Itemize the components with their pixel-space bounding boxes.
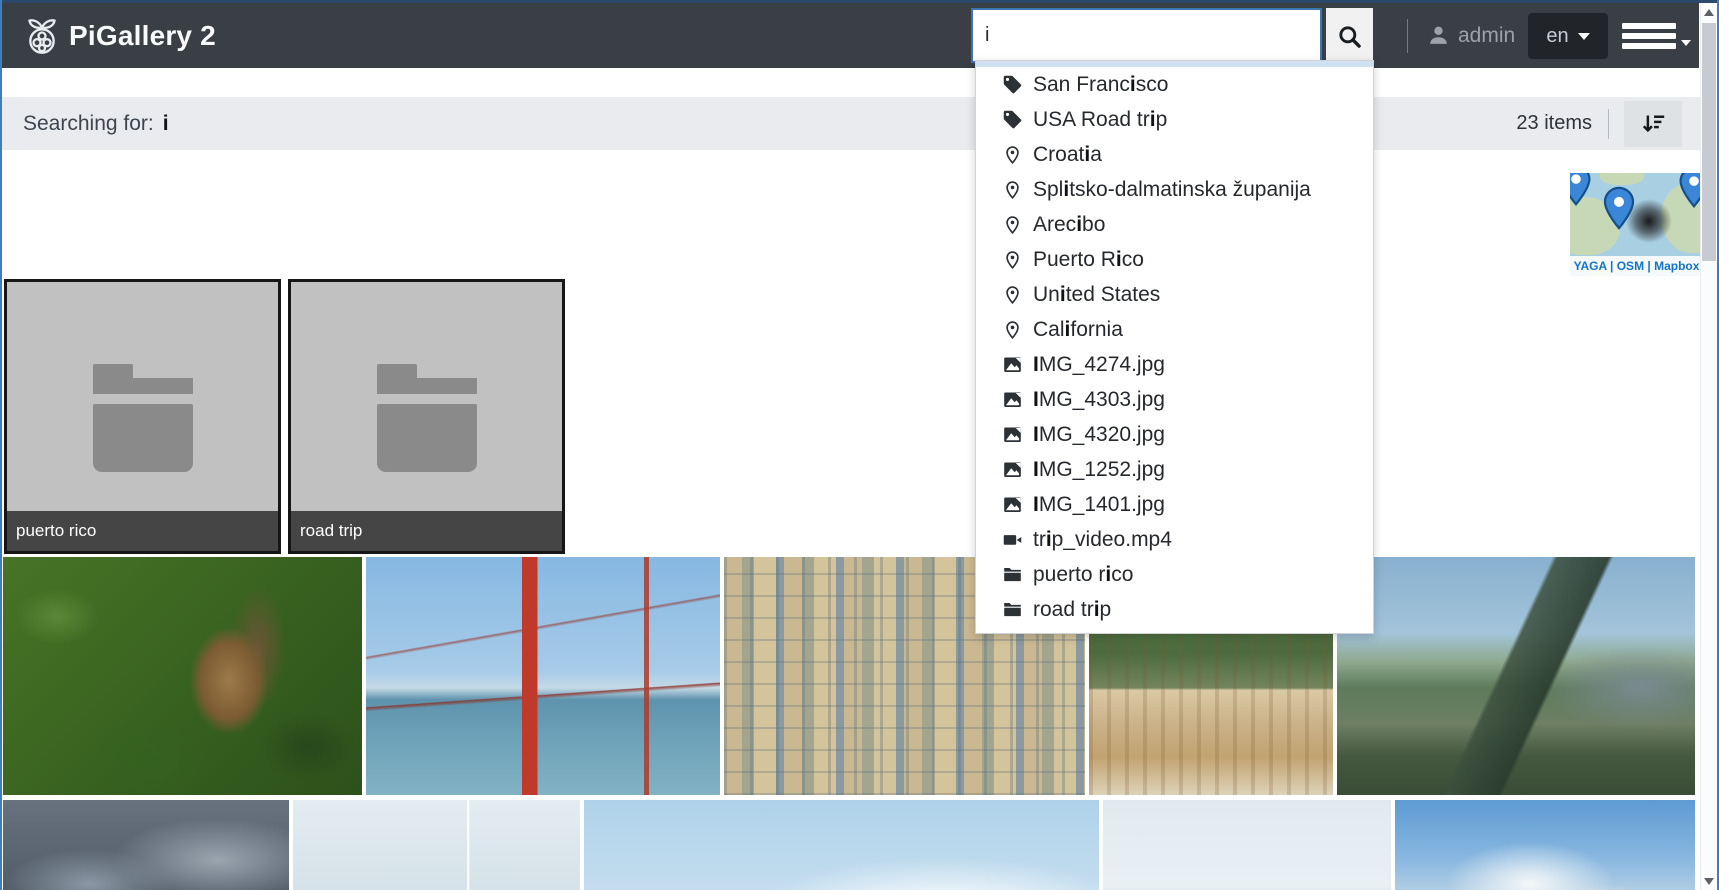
search-button[interactable] <box>1326 8 1373 64</box>
map-landmass <box>1600 173 1644 185</box>
language-selector[interactable]: en <box>1528 13 1608 59</box>
photo-thumbnail-teal-building[interactable] <box>293 800 580 890</box>
map-attribution: YAGA | OSM | Mapbox <box>1570 256 1703 276</box>
search-status-bar: Searching for:i 23 items <box>2 97 1700 150</box>
tag-icon <box>1002 109 1023 130</box>
search-input[interactable] <box>971 8 1322 63</box>
suggestion-item[interactable]: Puerto Rico <box>976 242 1373 277</box>
image-icon <box>1002 389 1023 410</box>
main-menu-button[interactable] <box>1622 3 1691 68</box>
suggestion-item[interactable]: San Francisco <box>976 67 1373 102</box>
suggestion-item[interactable]: IMG_4274.jpg <box>976 347 1373 382</box>
items-count: 23 items <box>1516 97 1592 150</box>
language-value: en <box>1546 25 1568 48</box>
photo-thumbnail-mountains[interactable] <box>1337 557 1695 795</box>
folder-icon <box>1002 564 1023 585</box>
search-query: i <box>163 112 169 135</box>
photo-thumbnail-waterfront[interactable] <box>1103 800 1391 890</box>
photo-thumbnail-city-clouds[interactable] <box>1395 800 1695 890</box>
location-icon <box>1002 319 1023 340</box>
user-icon <box>1426 23 1451 48</box>
suggestion-item[interactable]: road trip <box>976 592 1373 627</box>
folder-icon <box>93 364 193 474</box>
suggestion-item[interactable]: Splitsko-dalmatinska županija <box>976 172 1373 207</box>
scrollbar-thumb[interactable] <box>1702 23 1716 261</box>
location-icon <box>1002 144 1023 165</box>
caret-down-icon <box>1578 33 1590 40</box>
arrow-down-icon <box>1704 878 1714 885</box>
map-pin-icon <box>1570 173 1598 207</box>
folder-tile-puerto-rico[interactable]: puerto rico <box>4 279 281 554</box>
pigallery-window: PiGallery 2 admin en Searching for:i 23 … <box>0 0 1719 890</box>
folder-name: puerto rico <box>7 511 278 551</box>
app-logo[interactable]: PiGallery 2 <box>22 3 216 68</box>
suggestion-item[interactable]: Arecibo <box>976 207 1373 242</box>
location-icon <box>1002 249 1023 270</box>
image-icon <box>1002 424 1023 445</box>
folder-icon <box>377 364 477 474</box>
suggestion-item[interactable]: United States <box>976 277 1373 312</box>
hamburger-menu-icon <box>1622 23 1676 49</box>
user-menu[interactable]: admin <box>1426 3 1515 68</box>
map-pin-icon <box>1672 173 1703 209</box>
photo-thumbnail-storm-clouds[interactable] <box>3 800 289 890</box>
photo-thumbnail-squirrel[interactable] <box>3 557 362 795</box>
scroll-up-button[interactable] <box>1701 3 1717 21</box>
map-pin-icon <box>1596 185 1642 231</box>
raspberry-pi-icon <box>22 14 62 58</box>
suggestion-item[interactable]: IMG_4320.jpg <box>976 417 1373 452</box>
user-name: admin <box>1458 24 1515 48</box>
scroll-down-button[interactable] <box>1701 872 1717 890</box>
image-icon <box>1002 354 1023 375</box>
search-area <box>971 8 1373 64</box>
folder-tile-road-trip[interactable]: road trip <box>288 279 565 554</box>
photo-thumbnail-sky-panorama[interactable] <box>584 800 1099 890</box>
suggestion-item[interactable]: Croatia <box>976 137 1373 172</box>
sort-amount-down-icon <box>1640 111 1667 138</box>
photo-thumbnail-golden-gate[interactable] <box>366 557 720 795</box>
suggestion-item[interactable]: IMG_1401.jpg <box>976 487 1373 522</box>
suggestion-item[interactable]: IMG_4303.jpg <box>976 382 1373 417</box>
navbar-divider <box>1407 19 1408 53</box>
tag-icon <box>1002 74 1023 95</box>
scrollbar <box>1700 3 1717 890</box>
location-icon <box>1002 284 1023 305</box>
window-border <box>0 0 2 890</box>
suggestion-item[interactable]: California <box>976 312 1373 347</box>
folder-name: road trip <box>291 511 562 551</box>
image-icon <box>1002 459 1023 480</box>
search-icon <box>1336 23 1363 50</box>
app-title: PiGallery 2 <box>69 20 216 52</box>
location-icon <box>1002 214 1023 235</box>
arrow-up-icon <box>1704 9 1714 16</box>
location-icon <box>1002 179 1023 200</box>
image-icon <box>1002 494 1023 515</box>
map-preview[interactable]: YAGA | OSM | Mapbox <box>1570 173 1703 276</box>
sort-button[interactable] <box>1624 101 1682 147</box>
video-icon <box>1002 529 1023 550</box>
folder-icon <box>1002 599 1023 620</box>
searching-for-label: Searching for:i <box>23 97 169 150</box>
suggestion-item[interactable]: IMG_1252.jpg <box>976 452 1373 487</box>
window-border <box>0 0 1719 3</box>
suggestion-item[interactable]: USA Road trip <box>976 102 1373 137</box>
top-navbar: PiGallery 2 admin en <box>2 3 1699 68</box>
caret-down-icon <box>1681 40 1691 46</box>
search-suggestions-dropdown: San Francisco USA Road trip Croatia Spli… <box>975 60 1374 634</box>
suggestion-item[interactable]: trip_video.mp4 <box>976 522 1373 557</box>
status-divider <box>1608 109 1609 139</box>
suggestion-item[interactable]: puerto rico <box>976 557 1373 592</box>
